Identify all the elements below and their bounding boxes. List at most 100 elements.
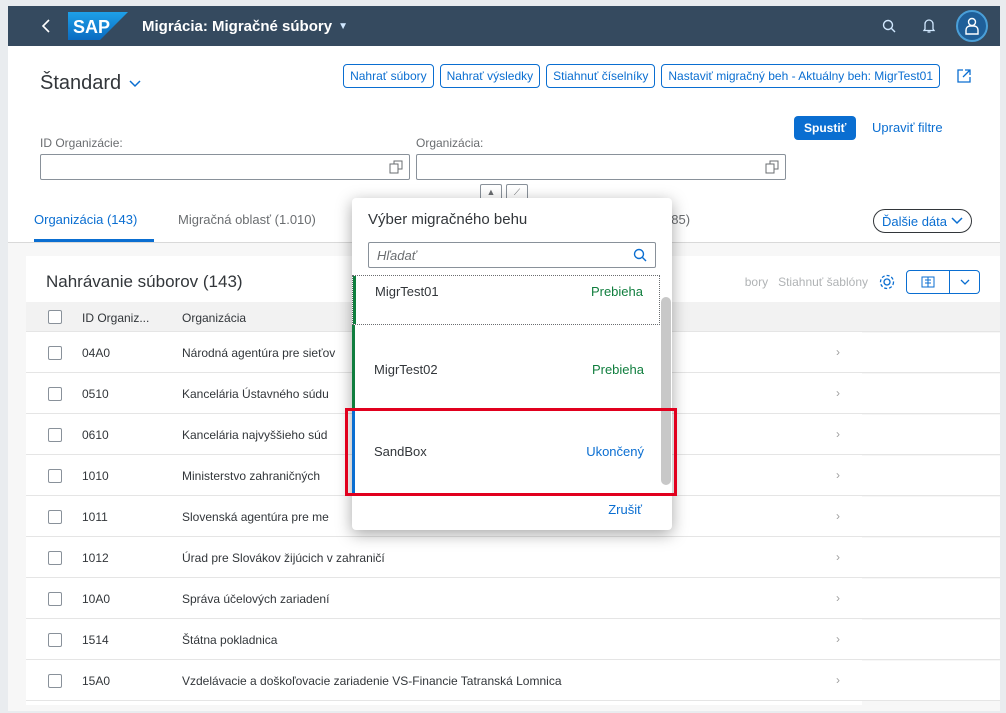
caret-down-icon: ▼	[338, 20, 348, 32]
chevron-right-icon[interactable]: ›	[836, 591, 840, 605]
more-data-button[interactable]: Ďalšie dáta	[872, 209, 972, 233]
variant-selector[interactable]: Štandard	[40, 72, 141, 95]
dialog-footer: Zrušiť	[352, 493, 672, 530]
dialog-search-input[interactable]: Hľadať	[368, 242, 656, 268]
app-title-menu[interactable]: Migrácia: Migračné súbory ▼	[142, 18, 348, 35]
person-icon	[965, 17, 979, 35]
table-row[interactable]: 1514 Štátna pokladnica ›	[26, 620, 1000, 660]
download-codelists-button[interactable]: Stiahnuť číselníky	[546, 64, 656, 88]
row-organization: Kancelária najvyššieho súd	[182, 428, 328, 442]
org-id-input[interactable]	[40, 154, 410, 180]
chevron-left-icon	[41, 19, 50, 33]
status-indicator	[352, 325, 355, 408]
chevron-right-icon[interactable]: ›	[836, 550, 840, 564]
row-checkbox[interactable]	[48, 674, 62, 688]
column-header-id[interactable]: ID Organiz...	[82, 311, 149, 325]
table-row[interactable]: 10A0 Správa účelových zariadení ›	[26, 579, 1000, 619]
row-organization: Úrad pre Slovákov žijúcich v zahraničí	[182, 551, 385, 565]
row-id: 0610	[82, 428, 109, 442]
search-icon[interactable]	[633, 248, 647, 262]
row-checkbox[interactable]	[48, 387, 62, 401]
chevron-right-icon[interactable]: ›	[836, 632, 840, 646]
chevron-right-icon[interactable]: ›	[836, 427, 840, 441]
row-checkbox[interactable]	[48, 510, 62, 524]
list-item-migrtest02[interactable]: MigrTest02 Prebieha	[352, 325, 660, 409]
value-help-icon[interactable]	[765, 160, 779, 174]
run-name: MigrTest02	[374, 362, 438, 377]
user-avatar[interactable]	[956, 10, 988, 42]
chevron-right-icon[interactable]: ›	[836, 468, 840, 482]
chevron-down-icon	[951, 217, 963, 225]
row-checkbox[interactable]	[48, 633, 62, 647]
disabled-button-partial[interactable]: bory	[745, 275, 768, 289]
row-checkbox[interactable]	[48, 551, 62, 565]
row-checkbox[interactable]	[48, 428, 62, 442]
table-row[interactable]: 1012 Úrad pre Slovákov žijúcich v zahran…	[26, 538, 1000, 578]
table-toolbar: bory Stiahnuť šablóny	[745, 270, 980, 294]
set-migration-run-button[interactable]: Nastaviť migračný beh - Aktuálny beh: Mi…	[661, 64, 940, 88]
chevron-down-icon	[129, 77, 141, 91]
status-indicator	[353, 276, 356, 324]
select-all-checkbox[interactable]	[48, 310, 62, 324]
cancel-button[interactable]: Zrušiť	[608, 502, 642, 517]
more-data-label: Ďalšie dáta	[881, 213, 947, 229]
search-placeholder: Hľadať	[377, 248, 417, 263]
row-organization: Ministerstvo zahraničných	[182, 469, 321, 483]
tab-migration-area[interactable]: Migračná oblasť (1.010)	[178, 212, 316, 227]
tab-underline	[34, 239, 154, 242]
row-checkbox[interactable]	[48, 346, 62, 360]
value-help-icon[interactable]	[389, 160, 403, 174]
run-status: Prebieha	[590, 284, 643, 299]
org-input[interactable]	[416, 154, 786, 180]
header-actions: Nahrať súbory Nahrať výsledky Stiahnuť č…	[343, 64, 976, 88]
chevron-right-icon[interactable]: ›	[836, 345, 840, 359]
download-templates-button[interactable]: Stiahnuť šablóny	[778, 275, 868, 289]
upload-files-button[interactable]: Nahrať súbory	[343, 64, 434, 88]
bell-icon[interactable]	[916, 13, 942, 39]
row-organization: Národná agentúra pre sieťov	[182, 346, 336, 360]
sap-logo[interactable]: SAP	[68, 12, 128, 40]
row-id: 1011	[82, 510, 108, 524]
row-id: 0510	[82, 387, 109, 401]
app-title: Migrácia: Migračné súbory	[142, 17, 333, 35]
row-id: 04A0	[82, 346, 111, 360]
row-organization: Slovenská agentúra pre me	[182, 510, 329, 524]
column-header-organization[interactable]: Organizácia	[182, 311, 246, 325]
shell-bar: SAP Migrácia: Migračné súbory ▼	[8, 6, 1000, 46]
row-id: 10A0	[82, 592, 111, 606]
chevron-right-icon[interactable]: ›	[836, 673, 840, 687]
export-icon[interactable]	[906, 270, 950, 294]
list-item-migrtest01[interactable]: MigrTest01 Prebieha	[352, 275, 660, 325]
row-checkbox[interactable]	[48, 592, 62, 606]
gear-icon[interactable]	[878, 273, 896, 291]
table-title: Nahrávanie súborov (143)	[46, 272, 243, 291]
dialog-title: Výber migračného behu	[368, 211, 528, 228]
variant-name: Štandard	[40, 72, 122, 94]
export-menu-button[interactable]	[906, 270, 980, 294]
share-icon[interactable]	[952, 64, 976, 88]
row-id: 1010	[82, 469, 109, 483]
chevron-down-icon[interactable]	[950, 270, 980, 294]
search-icon[interactable]	[876, 13, 902, 39]
highlight-box	[345, 408, 677, 496]
chevron-right-icon[interactable]: ›	[836, 509, 840, 523]
table-row[interactable]: 15A0 Vzdelávacie a doškoľovacie zariaden…	[26, 661, 1000, 701]
row-organization: Správa účelových zariadení	[182, 592, 330, 606]
chevron-right-icon[interactable]: ›	[836, 386, 840, 400]
go-button[interactable]: Spustiť	[794, 116, 857, 140]
upload-results-button[interactable]: Nahrať výsledky	[439, 64, 541, 88]
row-organization: Štátna pokladnica	[182, 633, 278, 647]
org-id-label: ID Organizácie:	[40, 136, 123, 150]
row-id: 1012	[82, 551, 109, 565]
org-label: Organizácia:	[416, 136, 484, 150]
row-id: 1514	[82, 633, 109, 647]
row-checkbox[interactable]	[48, 469, 62, 483]
back-button[interactable]	[26, 6, 66, 46]
row-organization: Vzdelávacie a doškoľovacie zariadenie VS…	[182, 674, 562, 688]
row-organization: Kancelária Ústavného súdu	[182, 387, 329, 401]
run-name: MigrTest01	[375, 284, 439, 299]
run-status: Prebieha	[591, 362, 644, 377]
adapt-filters-link[interactable]: Upraviť filtre	[872, 120, 943, 135]
row-id: 15A0	[82, 674, 111, 688]
tab-organization[interactable]: Organizácia (143)	[34, 212, 137, 227]
